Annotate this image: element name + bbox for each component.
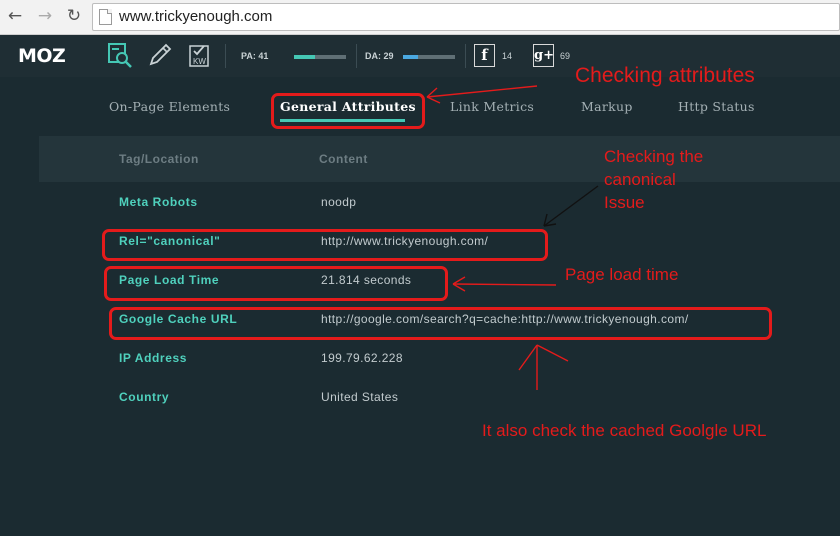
arrow-page-load [452,283,557,286]
arrow-general-attributes [426,85,538,98]
arrow-canonical [543,185,599,227]
annotation-arrows [426,85,599,390]
